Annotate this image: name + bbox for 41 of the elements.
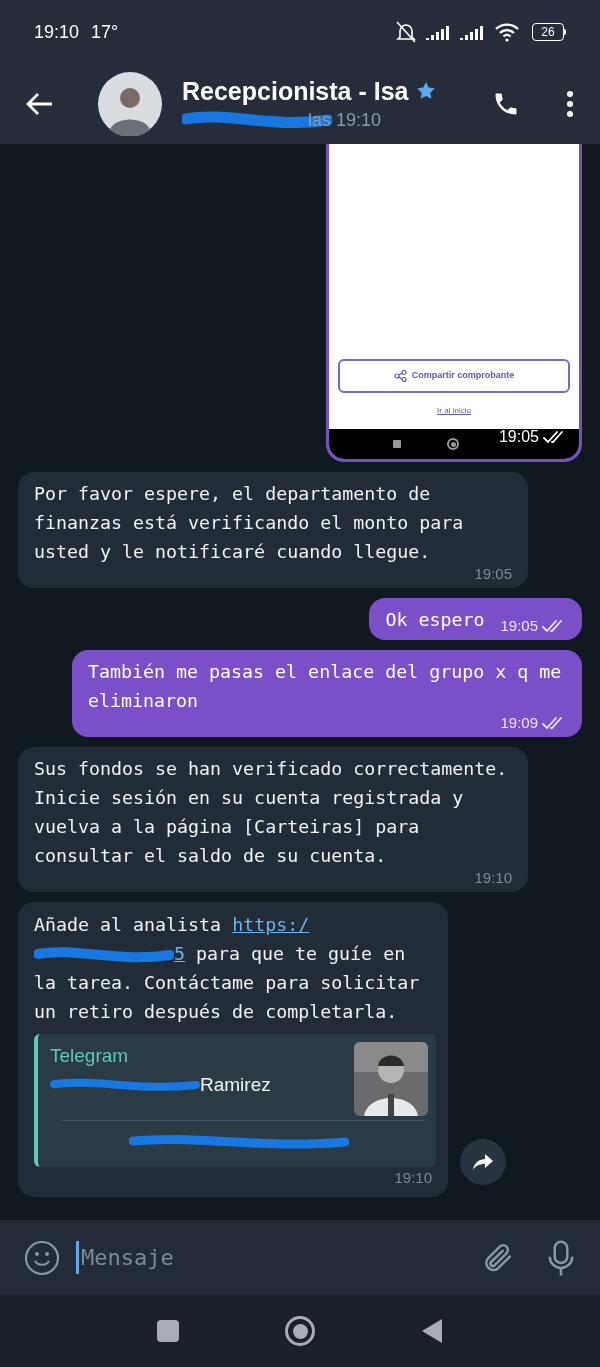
preview-title: Ramirez [200,1072,271,1097]
home-button[interactable] [285,1316,315,1346]
temperature: 17° [91,20,119,44]
avatar[interactable] [98,72,162,136]
contact-name: Recepcionista - Isa [182,75,409,107]
message-time: 19:05 [500,618,538,634]
emoji-icon[interactable] [24,1239,60,1276]
message-text: Por favor espere, el departamento de finanzas está verificando el monto para usted y le notificaré cuando llegue. [34,482,465,564]
microphone-icon[interactable] [546,1238,576,1277]
message-composer[interactable]: Mensaje [0,1220,600,1295]
message-time: 19:05 [498,427,539,447]
message-time: 19:10 [474,870,512,886]
message-text: También me pasas el enlace del grupo x q me eliminaron [88,660,563,713]
back-arrow-icon[interactable] [26,92,54,116]
message-time: 19:05 [474,566,512,582]
star-icon [416,80,437,101]
preview-site: Telegram [50,1044,130,1068]
message-input[interactable]: Mensaje [76,1241,464,1274]
message-text: Ok espero [385,608,485,632]
share-label: Compartir comprobante [411,369,515,383]
share-icon [393,370,408,382]
more-icon[interactable] [566,91,574,117]
circle-icon [447,438,459,450]
wifi-icon [494,22,520,42]
message-text: Sus fondos se han verificado correctamente. Inicie sesión en su cuenta registrada y vuelva a la página [Carteiras] para consultar el saldo de su cuenta. [34,757,509,868]
signal-icon [426,24,452,40]
message-time: 19:09 [500,715,538,731]
link[interactable]: 5 [174,943,185,964]
back-button[interactable] [421,1318,443,1344]
status-time: 19:10 [34,20,80,44]
link[interactable]: https:/ [232,914,310,935]
recents-button[interactable] [157,1320,179,1342]
battery-icon: 26 [532,23,566,41]
forward-button[interactable] [460,1139,506,1185]
share-arrow-icon [472,1153,494,1171]
muted-bell-icon [394,21,418,43]
message-time: 19:10 [394,1168,432,1186]
last-seen: las 19:10 [308,108,382,132]
message-text: Añade al analista https:/ 5 para que te guíe en la tarea. Contáctame para solicitar un retiro después de completarla. [34,913,421,1024]
signal-icon [460,24,486,40]
square-icon [393,440,401,448]
